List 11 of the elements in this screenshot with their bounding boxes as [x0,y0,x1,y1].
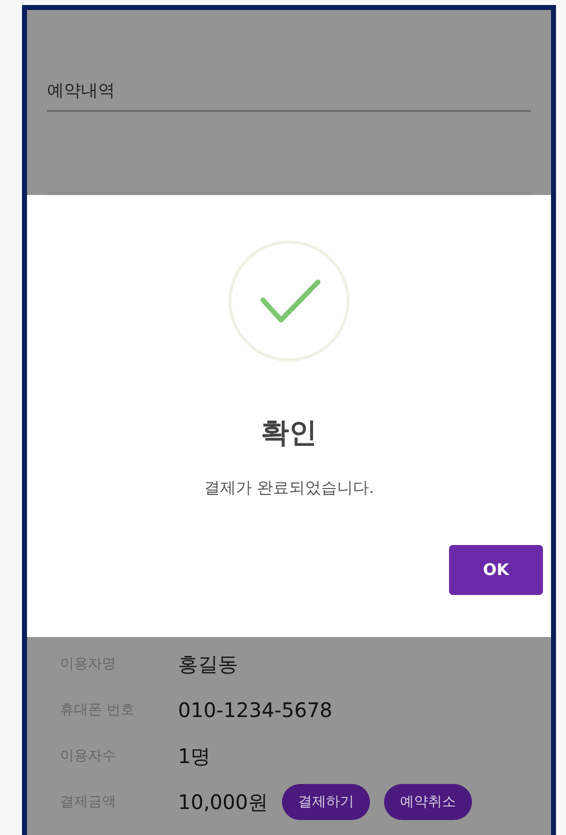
ok-button[interactable]: OK [449,545,543,595]
action-button[interactable]: 결제하기 [282,784,370,820]
dialog-message: 결제가 완료되었습니다. [204,477,374,499]
page-title: 예약내역 [47,80,115,102]
detail-value: 10,000원 [178,789,268,816]
detail-value: 010-1234-5678 [178,697,332,724]
action-button[interactable]: 예약취소 [384,784,472,820]
check-icon [228,240,350,362]
detail-value: 홍길동 [178,651,238,678]
dialog-title: 확인 [261,415,317,451]
detail-value: 1명 [178,743,211,770]
